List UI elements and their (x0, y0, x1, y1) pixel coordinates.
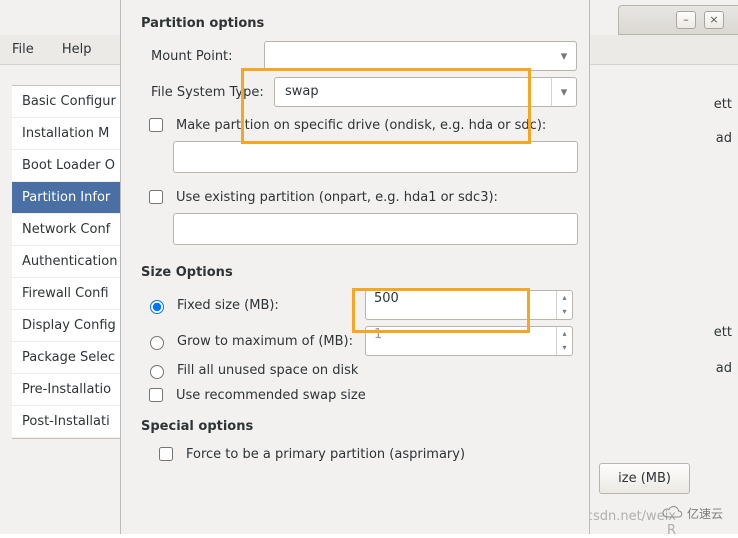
chevron-down-icon: ▾ (552, 49, 576, 64)
bg-frag: ad (716, 131, 732, 146)
fill-label: Fill all unused space on disk (177, 363, 358, 378)
fill-radio[interactable] (150, 365, 164, 379)
spin-up-icon[interactable]: ▴ (557, 291, 572, 305)
fixed-size-spinner[interactable]: ▴▾ (365, 290, 573, 320)
mount-point-combo[interactable]: ▾ (264, 41, 577, 71)
minimize-button[interactable]: – (676, 11, 696, 29)
background-fragments: ett ad ett ad ize (MB) (598, 85, 738, 505)
grow-radio[interactable] (150, 336, 164, 350)
asprimary-label: Force to be a primary partition (asprima… (186, 447, 465, 462)
spin-up-icon[interactable]: ▴ (557, 327, 572, 341)
fixed-size-label: Fixed size (MB): (177, 298, 355, 313)
grow-label: Grow to maximum of (MB): (177, 334, 355, 349)
bg-frag: ett (714, 97, 732, 112)
size-options-title: Size Options (141, 265, 577, 280)
yisu-logo: 亿速云 (660, 498, 732, 528)
chevron-down-icon: ▾ (552, 85, 576, 100)
asprimary-checkbox[interactable] (159, 447, 173, 461)
spin-down-icon[interactable]: ▾ (557, 341, 572, 355)
fixed-size-radio[interactable] (150, 300, 164, 314)
spin-down-icon[interactable]: ▾ (557, 305, 572, 319)
bg-frag: ett (714, 325, 732, 340)
fs-type-value: swap (275, 78, 552, 106)
ondisk-checkbox[interactable] (149, 118, 163, 132)
size-column-header: ize (MB) (599, 463, 690, 494)
fs-type-combo[interactable]: swap ▾ (274, 77, 577, 107)
onpart-label: Use existing partition (onpart, e.g. hda… (176, 190, 498, 205)
cloud-icon (660, 504, 684, 522)
fs-type-label: File System Type: (151, 85, 266, 100)
ondisk-input[interactable] (173, 141, 578, 173)
recommended-swap-checkbox[interactable] (149, 388, 163, 402)
grow-spinner[interactable]: ▴▾ (365, 326, 573, 356)
ondisk-label: Make partition on specific drive (ondisk… (176, 118, 546, 133)
menu-help[interactable]: Help (50, 35, 104, 64)
partition-options-title: Partition options (141, 16, 577, 31)
onpart-checkbox[interactable] (149, 190, 163, 204)
menu-file[interactable]: File (0, 35, 46, 64)
fixed-size-input[interactable] (366, 291, 556, 305)
bg-frag: ad (716, 361, 732, 376)
mount-point-label: Mount Point: (151, 49, 256, 64)
onpart-row: Use existing partition (onpart, e.g. hda… (145, 187, 577, 207)
partition-dialog: Partition options Mount Point: ▾ File Sy… (120, 0, 590, 534)
close-button[interactable]: × (704, 11, 724, 29)
grow-input[interactable] (366, 327, 556, 341)
logo-text: 亿速云 (687, 505, 723, 522)
recommended-swap-label: Use recommended swap size (176, 388, 366, 403)
onpart-input[interactable] (173, 213, 578, 245)
ondisk-row: Make partition on specific drive (ondisk… (145, 115, 577, 135)
special-options-title: Special options (141, 419, 577, 434)
